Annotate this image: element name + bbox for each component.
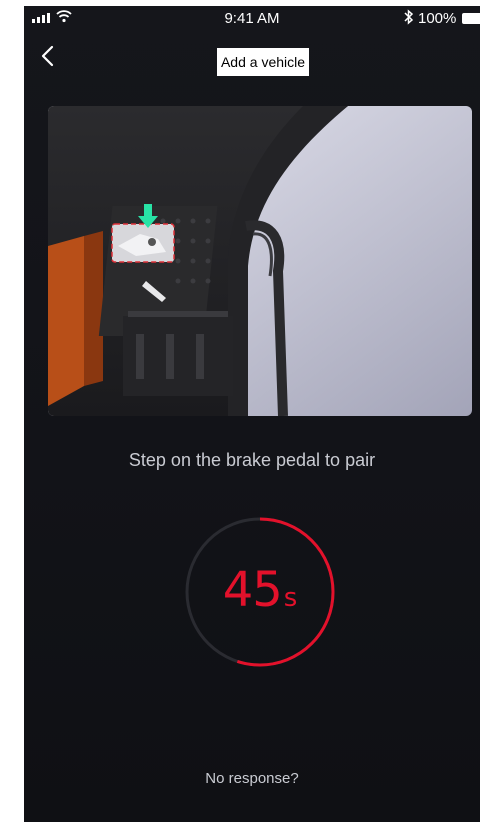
battery-icon — [462, 13, 480, 24]
bluetooth-icon — [404, 9, 414, 25]
pairing-instruction: Step on the brake pedal to pair — [128, 450, 376, 470]
back-button[interactable] — [38, 44, 58, 68]
no-response-link[interactable]: No response? — [24, 770, 480, 787]
page-title: Add a vehicle — [217, 48, 309, 76]
timer-label: 45 s — [184, 516, 336, 668]
status-bar: 9:41 AM 100% — [24, 6, 480, 30]
brake-pedal-illustration — [48, 106, 472, 416]
battery-percent: 100% — [418, 10, 457, 27]
countdown-timer: 45 s — [184, 516, 336, 668]
timer-seconds: 45 — [222, 562, 283, 618]
timer-unit: s — [283, 583, 298, 613]
screen: 9:41 AM 100% Add a vehicle Step on the b… — [24, 6, 480, 822]
